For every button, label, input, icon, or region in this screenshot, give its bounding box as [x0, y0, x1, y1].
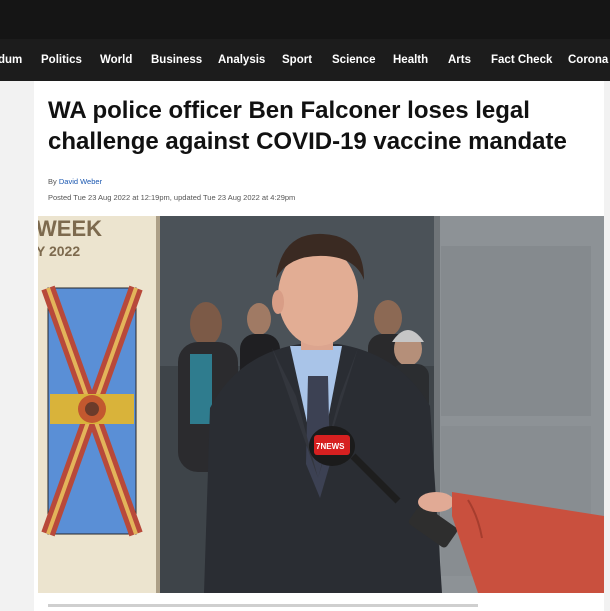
hero-photo-illustration: WEEK Y 2022 7NEWS — [38, 216, 604, 593]
nav-item-science[interactable]: Science — [332, 54, 393, 66]
caption-text-cutoff — [48, 604, 478, 607]
page-margin-left — [0, 81, 34, 611]
nav-item-analysis[interactable]: Analysis — [218, 54, 282, 66]
nav-item-arts[interactable]: Arts — [448, 54, 491, 66]
nav-item-podcast-partial[interactable]: dum — [0, 54, 41, 66]
article-headline: WA police officer Ben Falconer loses leg… — [48, 97, 567, 155]
article-hero-photo: WEEK Y 2022 7NEWS — [38, 216, 604, 593]
nav-item-politics[interactable]: Politics — [41, 54, 100, 66]
poster-text-week: WEEK — [38, 216, 102, 241]
poster-text-year: Y 2022 — [38, 243, 80, 259]
mic-flag-text: 7NEWS — [316, 442, 345, 451]
main-navigation: dum Politics World Business Analysis Spo… — [0, 39, 610, 81]
nav-item-health[interactable]: Health — [393, 54, 448, 66]
nav-item-sport[interactable]: Sport — [282, 54, 332, 66]
photo-caption-partial — [48, 600, 588, 611]
published-dates: Posted Tue 23 Aug 2022 at 12:19pm, updat… — [48, 193, 296, 202]
byline: By David Weber — [48, 177, 102, 186]
nav-item-business[interactable]: Business — [151, 54, 218, 66]
page-margin-right — [604, 81, 610, 611]
nav-item-fact-check[interactable]: Fact Check — [491, 54, 568, 66]
byline-prefix: By — [48, 177, 57, 186]
top-bar — [0, 0, 610, 39]
article: WA police officer Ben Falconer loses leg… — [38, 81, 604, 611]
author-link[interactable]: David Weber — [59, 177, 102, 186]
nav-item-world[interactable]: World — [100, 54, 151, 66]
nav-item-coronavirus[interactable]: Corona — [568, 54, 610, 66]
